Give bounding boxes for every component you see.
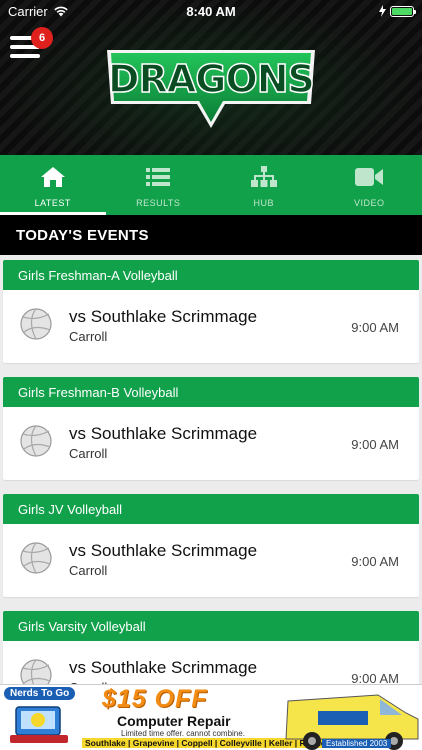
hierarchy-icon xyxy=(250,165,277,189)
ad-brand: Nerds To Go xyxy=(4,687,76,700)
wifi-icon xyxy=(54,6,68,17)
tab-label: RESULTS xyxy=(136,198,181,208)
event-team-header[interactable]: Girls Varsity Volleyball xyxy=(3,611,419,641)
event-team-header[interactable]: Girls Freshman-A Volleyball xyxy=(3,260,419,290)
event-time: 9:00 AM xyxy=(351,437,399,452)
volleyball-icon xyxy=(20,308,52,340)
event-opponent: vs Southlake Scrimmage xyxy=(69,658,258,677)
ad-established: Established 2003 xyxy=(322,739,392,748)
event-team-header[interactable]: Girls JV Volleyball xyxy=(3,494,419,524)
video-camera-icon xyxy=(355,165,384,189)
event-opponent: vs Southlake Scrimmage xyxy=(69,424,258,443)
event-group: Girls JV Volleyball vs Southlake Scrimma… xyxy=(3,494,419,597)
event-group: Girls Freshman-A Volleyball vs Southlake… xyxy=(3,260,419,363)
ad-fine-print: Limited time offer. cannot combine. xyxy=(121,729,245,738)
status-bar: Carrier 8:40 AM xyxy=(0,0,422,22)
home-icon xyxy=(40,165,66,189)
battery-icon xyxy=(390,5,416,17)
ad-service: Computer Repair xyxy=(117,713,231,729)
volleyball-icon xyxy=(20,542,52,574)
volleyball-icon xyxy=(20,425,52,457)
tab-label: LATEST xyxy=(34,198,71,208)
tab-results[interactable]: RESULTS xyxy=(106,155,212,215)
tab-latest[interactable]: LATEST xyxy=(0,155,106,215)
event-opponent: vs Southlake Scrimmage xyxy=(69,541,258,560)
event-card[interactable]: vs Southlake Scrimmage Carroll 9:00 AM xyxy=(3,524,419,597)
tab-label: HUB xyxy=(253,198,274,208)
event-opponent: vs Southlake Scrimmage xyxy=(69,307,258,326)
tab-label: VIDEO xyxy=(353,198,385,208)
event-team-header[interactable]: Girls Freshman-B Volleyball xyxy=(3,377,419,407)
event-location: Carroll xyxy=(69,329,108,344)
list-icon xyxy=(146,165,171,189)
event-location: Carroll xyxy=(69,563,108,578)
event-card[interactable]: vs Southlake Scrimmage Carroll 9:00 AM xyxy=(3,407,419,480)
tab-hub[interactable]: HUB xyxy=(211,155,317,215)
event-location: Carroll xyxy=(69,446,108,461)
dragons-logo: DRAGONS xyxy=(107,50,316,128)
section-title: TODAY'S EVENTS xyxy=(0,215,422,255)
ad-offer: $15 OFF xyxy=(102,685,208,713)
header-banner: Carrier 8:40 AM 6 DRAGONS xyxy=(0,0,422,155)
ad-banner[interactable]: Nerds To Go $15 OFF Computer Repair Limi… xyxy=(0,684,422,750)
event-card[interactable]: vs Southlake Scrimmage Carroll 9:00 AM xyxy=(3,290,419,363)
logo-text: DRAGONS xyxy=(108,57,314,101)
tab-bar: LATEST RESULTS HUB VIDEO xyxy=(0,155,422,215)
carrier-label: Carrier xyxy=(8,3,48,19)
event-time: 9:00 AM xyxy=(351,554,399,569)
tab-video[interactable]: VIDEO xyxy=(317,155,422,215)
event-time: 9:00 AM xyxy=(351,320,399,335)
charging-icon xyxy=(379,5,386,17)
event-group: Girls Freshman-B Volleyball vs Southlake… xyxy=(3,377,419,480)
notification-badge[interactable]: 6 xyxy=(31,27,53,49)
status-time: 8:40 AM xyxy=(186,3,236,19)
